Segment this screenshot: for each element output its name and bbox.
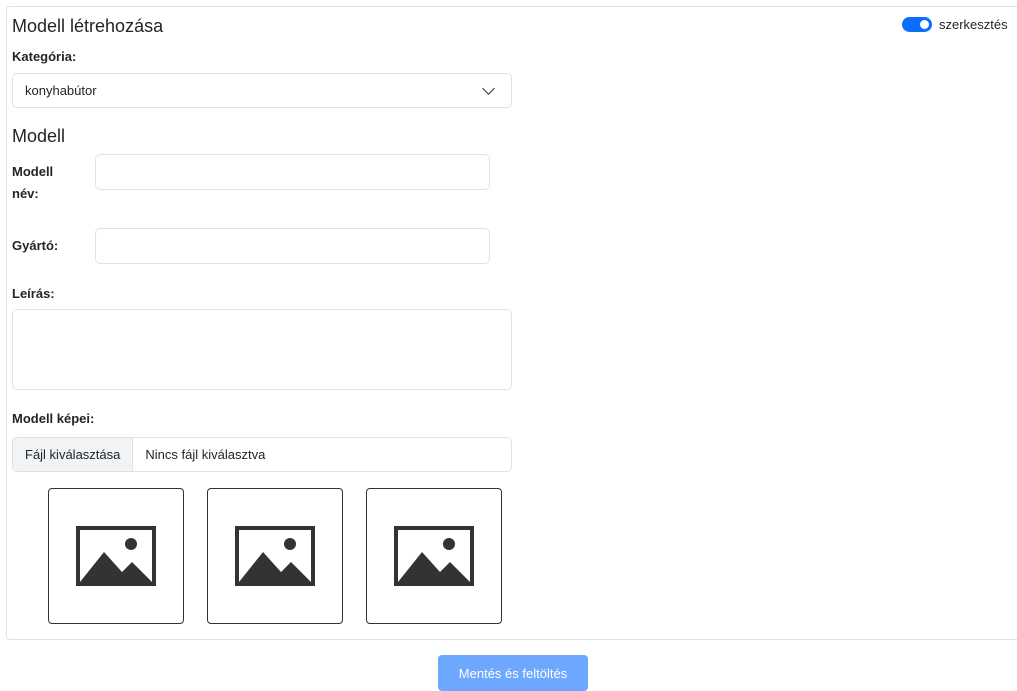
file-status-text: Nincs fájl kiválasztva (145, 447, 266, 462)
toggle-switch[interactable] (902, 17, 932, 32)
edit-toggle[interactable]: szerkesztés (902, 17, 1008, 32)
manufacturer-label: Gyártó: (12, 238, 59, 253)
description-textarea[interactable] (12, 309, 512, 390)
image-slot-2[interactable] (207, 488, 343, 624)
image-icon (235, 526, 315, 586)
chevron-down-icon (482, 81, 495, 95)
model-name-label-line2: név: (12, 186, 39, 201)
model-name-label-line1: Modell (12, 164, 54, 179)
model-name-input[interactable] (95, 154, 490, 190)
image-icon (76, 526, 156, 586)
image-icon (394, 526, 474, 586)
image-slot-3[interactable] (366, 488, 502, 624)
manufacturer-input[interactable] (95, 228, 490, 264)
category-selected-value: konyhabútor (25, 83, 97, 98)
toggle-label: szerkesztés (939, 17, 1008, 32)
save-and-upload-button[interactable]: Mentés és feltöltés (438, 655, 588, 691)
images-label: Modell képei: (12, 411, 95, 426)
file-input[interactable]: Fájl kiválasztása Nincs fájl kiválasztva (12, 437, 512, 472)
description-label: Leírás: (12, 286, 55, 301)
toggle-knob (920, 20, 929, 29)
category-select[interactable]: konyhabútor (12, 73, 512, 108)
image-slot-1[interactable] (48, 488, 184, 624)
category-label: Kategória: (12, 49, 77, 64)
choose-file-button[interactable]: Fájl kiválasztása (13, 438, 134, 471)
page-title: Modell létrehozása (12, 16, 164, 36)
model-section-heading: Modell (12, 126, 66, 146)
